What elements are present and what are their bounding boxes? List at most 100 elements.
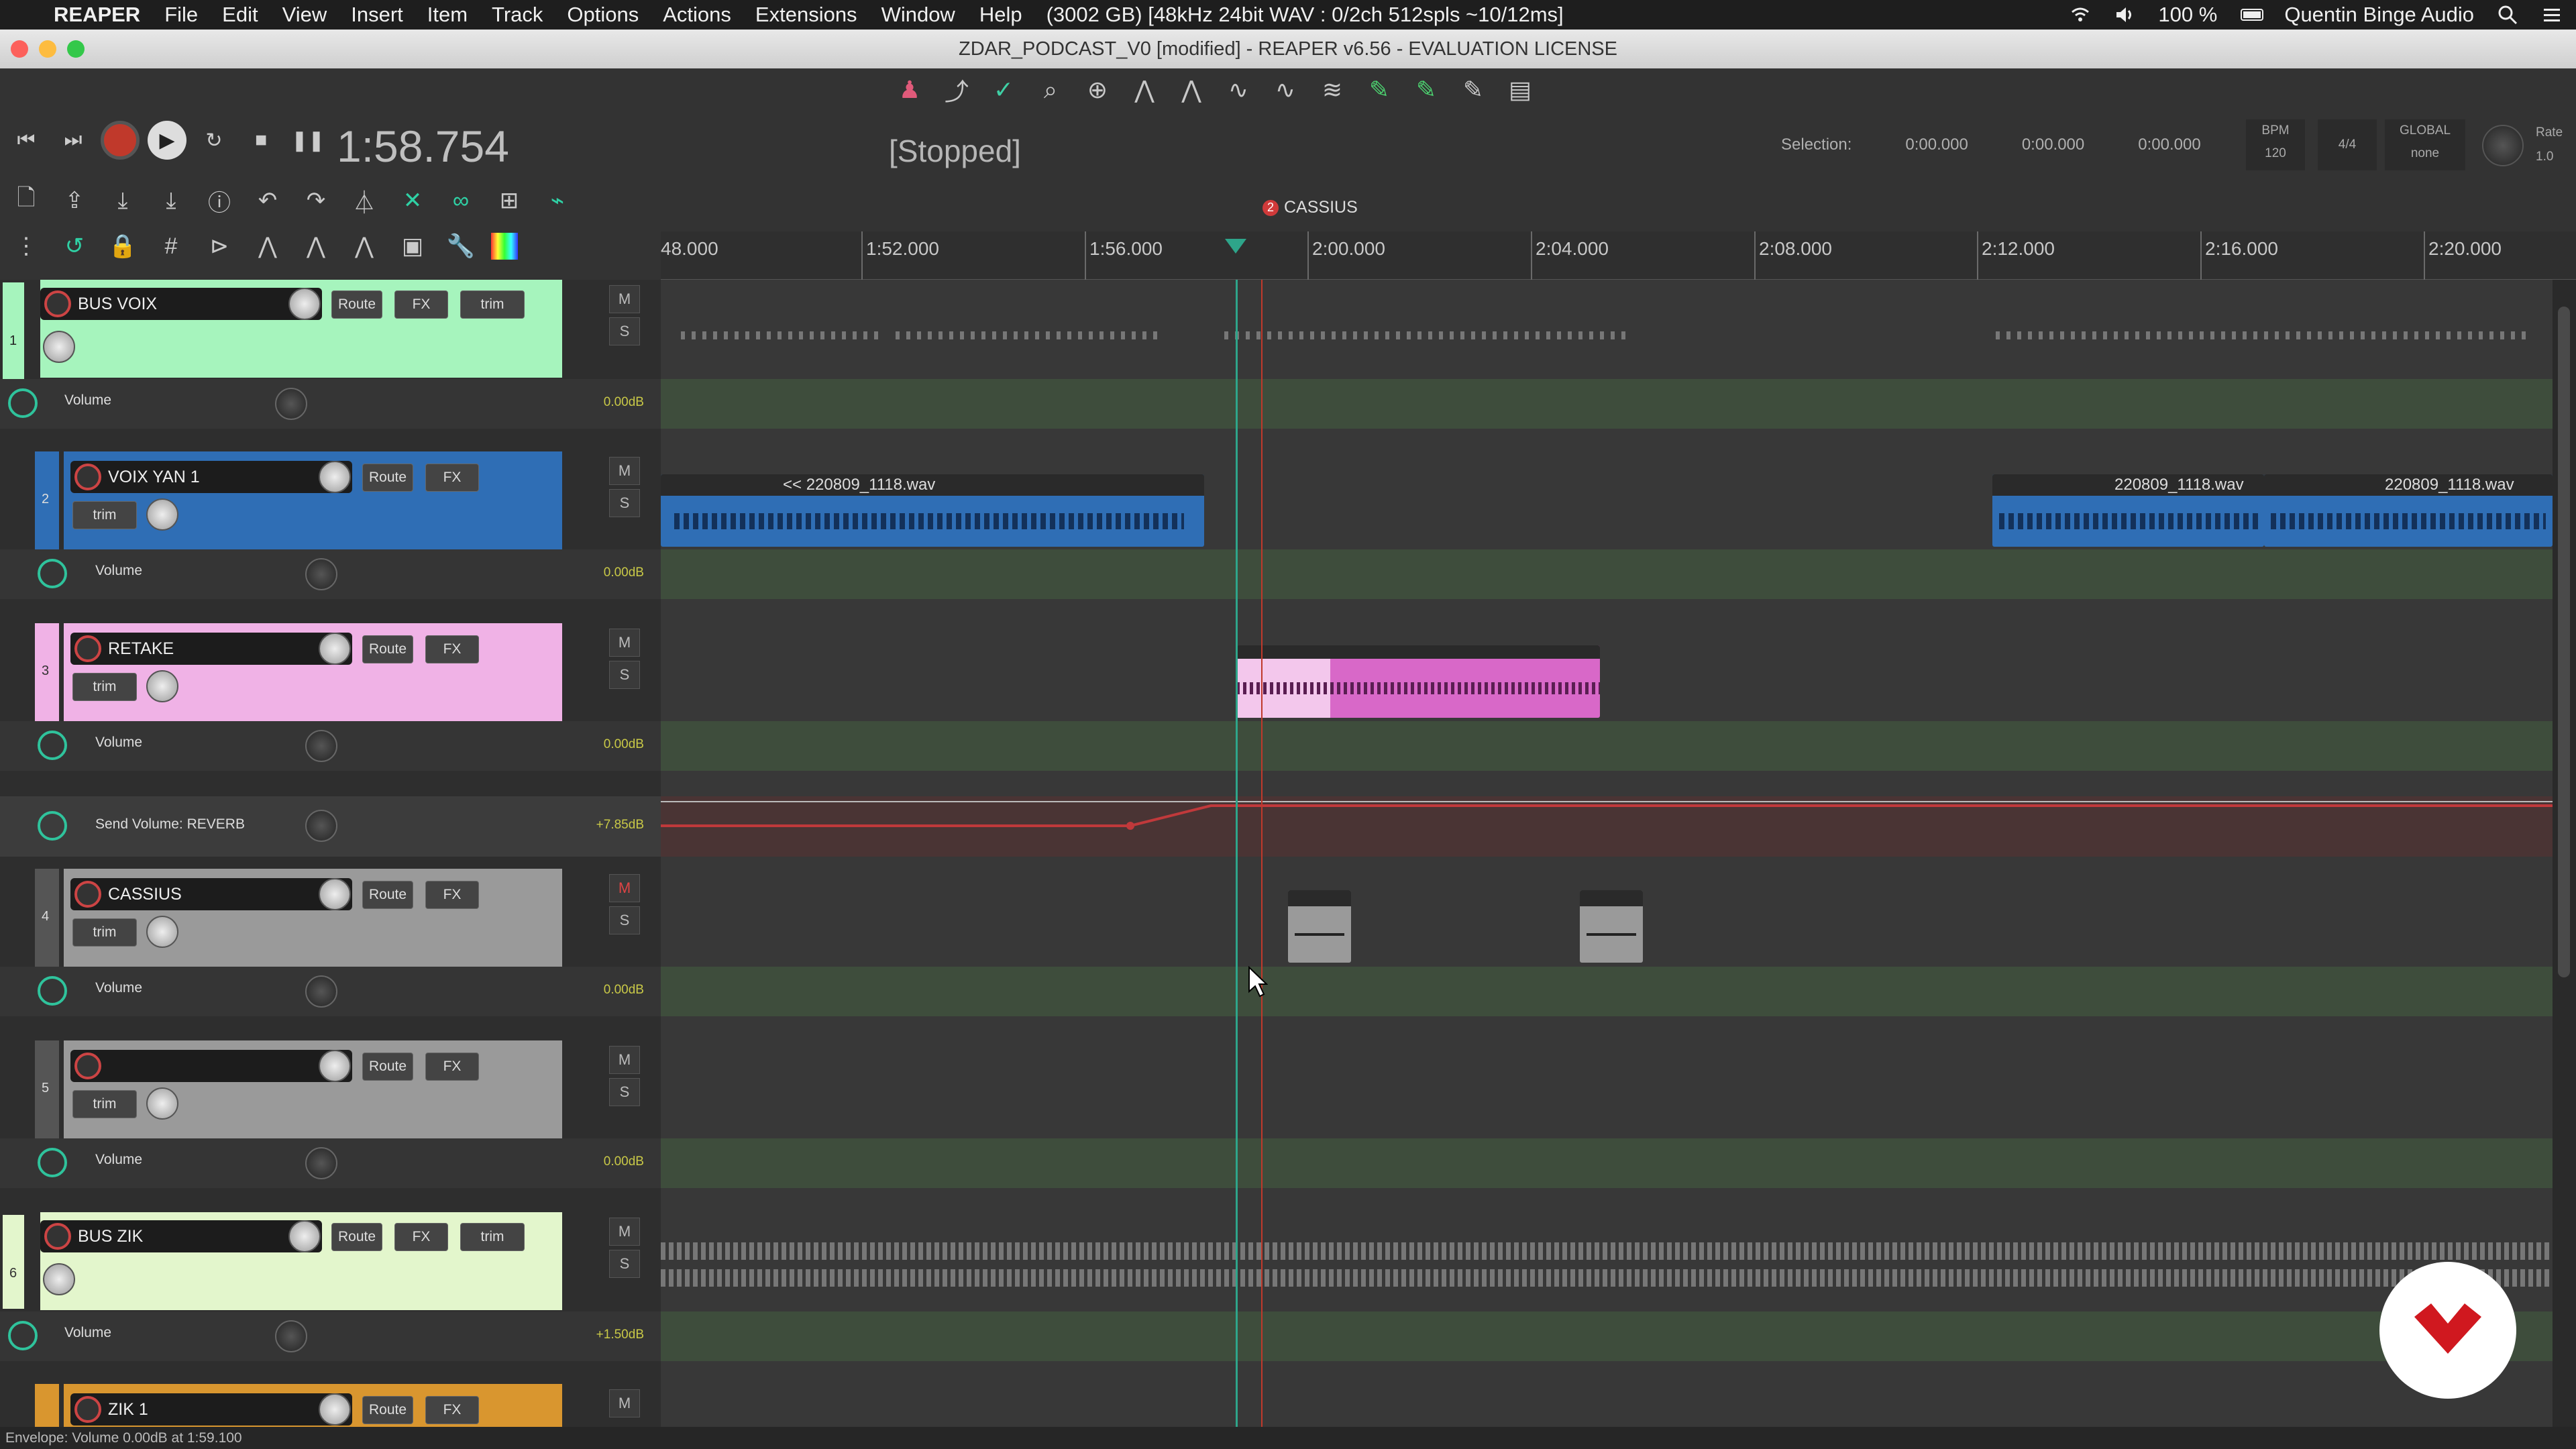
track-name[interactable]: RETAKE (70, 633, 352, 665)
menu-window[interactable]: Window (881, 3, 955, 27)
volume-knob[interactable] (319, 1050, 351, 1082)
multi-pencil-icon[interactable]: ✎ (1409, 72, 1444, 107)
timeline-ruler[interactable]: 48.000 1:52.000 1:56.000 2:00.000 2:04.0… (661, 231, 2576, 280)
pause-button[interactable]: ❚❚ (288, 121, 327, 160)
volume-knob[interactable] (319, 461, 351, 493)
play-cursor[interactable] (1236, 280, 1238, 1427)
envelope-knob[interactable] (305, 810, 337, 842)
pan-knob[interactable] (146, 498, 178, 531)
record-arm-button[interactable] (74, 464, 101, 490)
envelope-row[interactable]: Volume 0.00dB (0, 549, 661, 599)
info-icon[interactable]: ⓘ (201, 182, 237, 219)
open-project-icon[interactable]: ⇪ (56, 182, 93, 219)
battery-icon[interactable] (2240, 4, 2264, 25)
wave-edit-icon[interactable]: ≋ (1315, 72, 1350, 107)
fx-button[interactable]: FX (425, 881, 479, 909)
track-name[interactable]: VOIX YAN 1 (70, 461, 352, 493)
fx-button[interactable]: FX (425, 635, 479, 663)
media-item-voix-right-1[interactable]: 220809_1118.wav (1992, 474, 2264, 547)
color-picker-icon[interactable] (491, 233, 518, 260)
pan-knob[interactable] (146, 916, 178, 948)
envelope-row[interactable]: Volume 0.00dB (0, 721, 661, 771)
user-name[interactable]: Quentin Binge Audio (2284, 3, 2474, 27)
volume-envelope-lane[interactable] (661, 721, 2553, 771)
vertical-scrollbar[interactable] (2553, 280, 2576, 1427)
project-marker[interactable]: 2 CASSIUS (1263, 198, 1358, 217)
track-name[interactable]: BUS VOIX (40, 288, 322, 320)
time-display[interactable]: 1:58.754 (337, 121, 509, 172)
fx-button[interactable]: FX (425, 1053, 479, 1081)
menu-help[interactable]: Help (979, 3, 1022, 27)
play-cursor-head-icon[interactable] (1225, 239, 1246, 254)
menu-extensions[interactable]: Extensions (755, 3, 857, 27)
envelope-row[interactable]: Volume +1.50dB (0, 1311, 661, 1361)
solo-button[interactable]: S (609, 317, 640, 345)
menu-item[interactable]: Item (427, 3, 468, 27)
menu-options[interactable]: Options (567, 3, 639, 27)
record-arm-button[interactable] (44, 1223, 71, 1250)
envelope-knob[interactable] (305, 975, 337, 1008)
mute-env-icon[interactable]: ⋀ (346, 228, 382, 264)
envelope-knob[interactable] (305, 558, 337, 590)
route-button[interactable]: Route (362, 1053, 413, 1081)
edit-cursor[interactable] (1261, 280, 1263, 1427)
play-button[interactable]: ▶ (148, 121, 186, 160)
envelope-knob[interactable] (275, 388, 307, 420)
fx-button[interactable]: FX (425, 464, 479, 492)
route-button[interactable]: Route (331, 1223, 382, 1251)
solo-button[interactable]: S (609, 661, 640, 689)
selection-end[interactable]: 0:00.000 (2022, 136, 2084, 154)
mute-button[interactable]: M (609, 285, 640, 313)
color-pencil-icon[interactable]: ✎ (1362, 72, 1397, 107)
wrench-icon[interactable]: 🔧 (443, 228, 479, 264)
pencil-envelope-icon[interactable]: ∿ (1268, 72, 1303, 107)
envelope-power-icon[interactable] (8, 388, 38, 418)
grid-icon[interactable]: ⊞ (491, 182, 527, 219)
media-icon[interactable]: ▣ (394, 228, 431, 264)
record-button[interactable] (101, 121, 140, 160)
solo-button[interactable]: S (609, 489, 640, 517)
redo-icon[interactable]: ↷ (298, 182, 334, 219)
track-retake[interactable]: 3 RETAKE Route FX trim M S Volume 0.00dB… (0, 623, 661, 869)
route-button[interactable]: Route (362, 635, 413, 663)
volume-knob[interactable] (319, 633, 351, 665)
ripple-edit-icon[interactable]: ⤴ (939, 72, 974, 107)
save-icon[interactable]: ⤓ (105, 182, 141, 219)
stop-button[interactable]: ■ (241, 121, 280, 160)
track-grid-icon[interactable]: ⋮ (8, 228, 44, 264)
volume-envelope-lane[interactable] (661, 549, 2553, 599)
menu-reaper[interactable]: REAPER (54, 3, 140, 27)
record-arm-button[interactable] (74, 881, 101, 908)
new-project-icon[interactable]: 🗋 (8, 182, 44, 219)
envelope-row[interactable]: Volume 0.00dB (0, 379, 661, 429)
mute-button[interactable]: M (609, 1046, 640, 1074)
repeat-button[interactable]: ↻ (195, 121, 233, 160)
menu-edit[interactable]: Edit (222, 3, 258, 27)
media-item-cassius-2[interactable] (1580, 890, 1643, 963)
track-cassius[interactable]: 4 CASSIUS Route FX trim M S Volume 0.00d… (0, 869, 661, 1040)
metronome-icon[interactable]: ♟ (892, 72, 927, 107)
close-window-button[interactable] (11, 40, 28, 58)
track-5[interactable]: 5 Route FX trim M S Volume 0.00dB (0, 1040, 661, 1212)
envelope-row[interactable]: Volume 0.00dB (0, 1138, 661, 1188)
media-item-cassius-1[interactable] (1288, 890, 1351, 963)
undo-icon[interactable]: ↶ (250, 182, 286, 219)
envelope-power-icon[interactable] (8, 1321, 38, 1350)
layout-icon[interactable]: ▤ (1503, 72, 1538, 107)
envelope-power-icon[interactable] (38, 559, 67, 588)
track-voix-yan-1[interactable]: 2 VOIX YAN 1 Route FX trim M S Volume 0.… (0, 451, 661, 623)
volume-envelope-lane[interactable] (661, 967, 2553, 1016)
menu-view[interactable]: View (282, 3, 327, 27)
loop-icon[interactable]: ↺ (56, 228, 93, 264)
control-center-icon[interactable] (2541, 4, 2563, 25)
freehand-icon[interactable]: ∿ (1221, 72, 1256, 107)
snap-grid-icon[interactable]: # (153, 228, 189, 264)
envelope-row[interactable]: Volume 0.00dB (0, 967, 661, 1016)
media-item-voix-right-2[interactable]: 220809_1118.wav (2264, 474, 2553, 547)
envelope-knob[interactable] (305, 1147, 337, 1179)
envelope-knob[interactable] (275, 1320, 307, 1352)
locking-icon[interactable]: ⌁ (539, 182, 576, 219)
save-as-icon[interactable]: ⤓ (153, 182, 189, 219)
volume-knob[interactable] (319, 878, 351, 910)
auto-crossfade-icon[interactable]: ✕ (394, 182, 431, 219)
